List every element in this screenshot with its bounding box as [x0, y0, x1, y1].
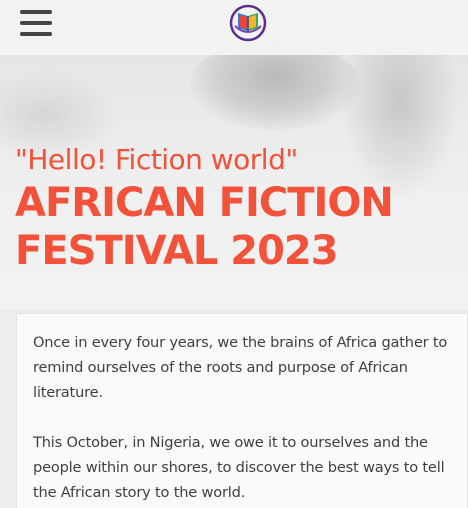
intro-card: Once in every four years, we the brains …	[16, 313, 468, 508]
hero-title-line-2: FESTIVAL 2023	[15, 228, 339, 274]
hamburger-menu-icon[interactable]	[20, 10, 54, 38]
intro-paragraph-1: Once in every four years, we the brains …	[33, 334, 448, 401]
book-logo-icon[interactable]	[229, 4, 267, 42]
hero-title-line-1: AFRICAN FICTION	[15, 180, 394, 226]
intro-paragraph-2: This October, in Nigeria, we owe it to o…	[33, 434, 445, 501]
hero-heading: "Hello! Fiction world" AFRICAN FICTION F…	[15, 143, 394, 275]
top-navigation-bar	[0, 0, 468, 55]
hero-tagline: "Hello! Fiction world"	[15, 143, 298, 176]
